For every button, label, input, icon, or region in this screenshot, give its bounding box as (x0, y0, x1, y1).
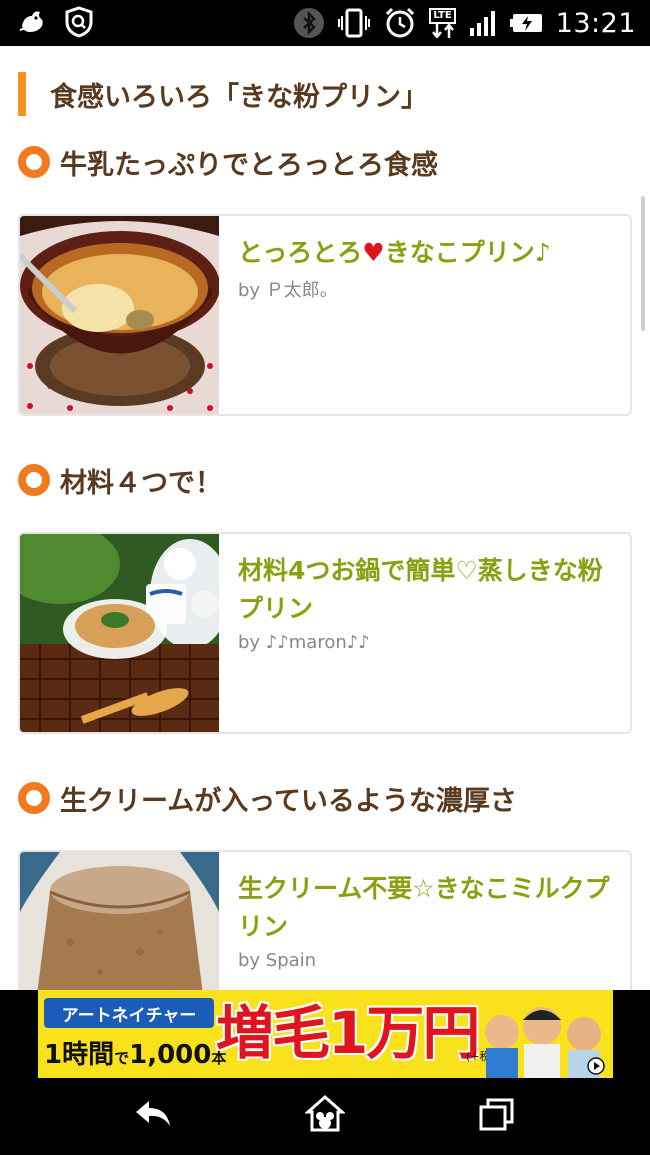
heart-icon: ♥ (362, 238, 385, 267)
ad-sub-prefix: 1時間 (44, 1040, 115, 1070)
back-button[interactable] (130, 1096, 176, 1136)
ad-brand-label: アートネイチャー (44, 998, 214, 1028)
signal-icon (468, 7, 498, 39)
alarm-icon (383, 7, 417, 39)
battery-icon (509, 7, 544, 39)
section-heading-text: 牛乳たっぷりでとろっとろ食感 (60, 149, 438, 181)
recipe-card[interactable]: とっろとろ♥きなこプリン♪ by Ｐ太郎。 (18, 214, 632, 416)
scrollbar-indicator[interactable] (641, 196, 645, 331)
recipe-card[interactable]: 生クリーム不要☆きなこミルクプリン by Spain (18, 850, 632, 990)
recipe-title-link[interactable]: とっろとろ♥きなこプリン♪ (238, 234, 612, 272)
shield-icon (64, 6, 94, 38)
section-heading-text: 生クリームが入っているような濃厚さ (60, 785, 517, 817)
recipe-card[interactable]: 材料4つお鍋で簡単♡蒸しきな粉プリン by ♪♪maron♪♪ (18, 532, 632, 734)
ad-banner-area: アートネイチャー 1時間で1,000本 増毛1万円 (+税) (0, 990, 650, 1082)
recipe-thumbnail-milk-pudding[interactable] (20, 852, 219, 990)
section-heading: 材料４つで！ (18, 460, 632, 500)
lte-icon: LTE (429, 7, 456, 39)
recipe-author: by Spain (238, 950, 317, 971)
title-accent-bar (18, 72, 26, 116)
recipe-section: 牛乳たっぷりでとろっとろ食感 とっろとろ♥きなこプリン♪ by Ｐ太郎。 (18, 142, 632, 422)
recipe-title-part[interactable]: きなこプリン♪ (385, 238, 551, 267)
clock-time: 13:21 (555, 7, 636, 39)
navigation-bar (0, 1082, 650, 1155)
bird-notification-icon (18, 6, 50, 38)
page-title: 食感いろいろ「きな粉プリン」 (18, 72, 428, 116)
recipe-title-link[interactable]: 生クリーム不要☆きなこミルクプリン (238, 870, 612, 946)
bluetooth-icon (293, 7, 325, 39)
status-bar: LTE 13:21 (0, 0, 650, 46)
ad-headline: 増毛1万円 (216, 999, 480, 1067)
orange-ring-icon (18, 146, 50, 178)
recipe-thumbnail-pudding-bowl[interactable] (20, 216, 219, 414)
ad-sub-mid: で (114, 1049, 130, 1067)
ad-sub-count: 1,000 (129, 1040, 212, 1070)
home-button[interactable] (302, 1094, 348, 1138)
recipe-title-part[interactable]: とっろとろ (238, 238, 362, 267)
recipe-author: by ♪♪maron♪♪ (238, 632, 370, 653)
section-heading: 牛乳たっぷりでとろっとろ食感 (18, 142, 632, 182)
section-heading: 生クリームが入っているような濃厚さ (18, 778, 632, 818)
back-icon (133, 1098, 173, 1134)
recents-icon (477, 1095, 517, 1137)
orange-ring-icon (18, 464, 50, 496)
page-title-text: 食感いろいろ「きな粉プリン」 (50, 81, 428, 113)
ad-subtext: 1時間で1,000本 (44, 1034, 226, 1071)
home-icon (304, 1094, 346, 1138)
vibrate-icon (337, 7, 371, 39)
recipe-author: by Ｐ太郎。 (238, 280, 338, 301)
webview-content[interactable]: 食感いろいろ「きな粉プリン」 牛乳たっぷりでとろっとろ食感 とっろとろ♥きなこプ… (0, 46, 650, 990)
recipe-thumbnail-steamed-pudding[interactable] (20, 534, 219, 732)
section-heading-text: 材料４つで！ (60, 467, 222, 499)
ad-people-image (478, 996, 610, 1078)
recipe-section: 生クリームが入っているような濃厚さ 生クリーム不要☆きなこミルクプリン by S… (18, 778, 632, 990)
orange-ring-icon (18, 782, 50, 814)
ad-banner[interactable]: アートネイチャー 1時間で1,000本 増毛1万円 (+税) (38, 990, 613, 1078)
recents-button[interactable] (474, 1096, 520, 1136)
recipe-title-link[interactable]: 材料4つお鍋で簡単♡蒸しきな粉プリン (238, 552, 612, 628)
recipe-section: 材料４つで！ 材料4つお鍋で簡単♡蒸しきな粉プリン by ♪♪maron♪♪ (18, 460, 632, 740)
